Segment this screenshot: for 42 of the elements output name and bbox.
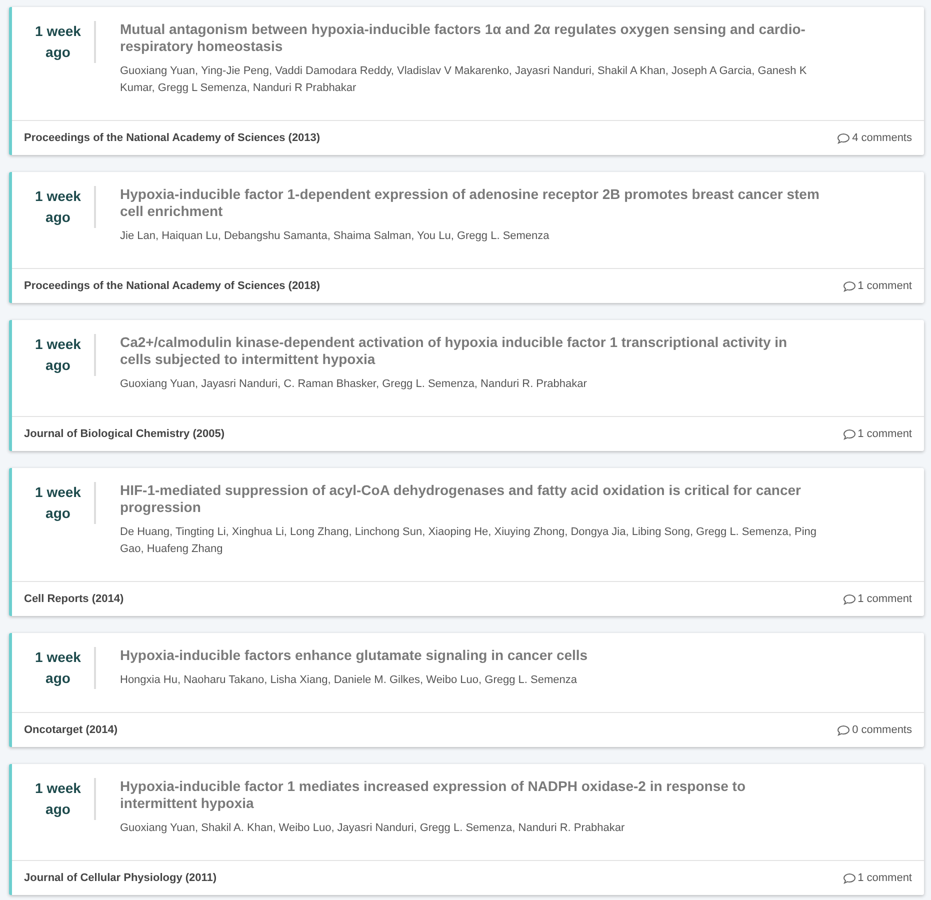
author-list: De Huang, Tingting Li, Xinghua Li, Long Zhang, Linchong Sun, Xiaoping He, Xiuying Zhong, Dongya Jia, Libing Song, Gregg L. Semenza, Ping Gao, Huafeng Zhang: [120, 524, 820, 558]
posted-time: ago: [46, 800, 70, 819]
comments-link[interactable]: 4 comments: [837, 132, 912, 144]
journal-name: Journal of Biological Chemistry (2005): [24, 428, 224, 440]
author-list: Jie Lan, Haiquan Lu, Debangshu Samanta, Shaima Salman, You Lu, Gregg L. Semenza: [120, 228, 820, 245]
paper-title[interactable]: Hypoxia-inducible factors enhance glutamate signaling in cancer cells: [120, 647, 588, 664]
speech-bubble-icon: [842, 594, 856, 604]
paper-title[interactable]: Ca2+/calmodulin kinase-dependent activation of hypoxia inducible factor 1 transcriptional activity in cells subjected to intermittent hypoxia: [120, 334, 820, 368]
journal-name: Proceedings of the National Academy of Sciences (2013): [24, 132, 320, 144]
journal-name: Oncotarget (2014): [24, 724, 118, 736]
posted-time: ago: [46, 504, 70, 523]
comments-link[interactable]: 1 comment: [842, 428, 912, 440]
posted-time: 1 week: [35, 779, 81, 798]
paper-title[interactable]: Hypoxia-inducible factor 1 mediates increased expression of NADPH oxidase-2 in response to intermittent hypoxia: [120, 778, 820, 812]
journal-name: Proceedings of the National Academy of Sciences (2018): [24, 280, 320, 292]
author-list: Hongxia Hu, Naoharu Takano, Lisha Xiang, Daniele M. Gilkes, Weibo Luo, Gregg L. Semenza: [120, 672, 588, 689]
speech-bubble-icon: [842, 872, 856, 884]
posted-time: ago: [46, 43, 70, 62]
posted-time: 1 week: [35, 648, 81, 667]
posted-time: 1 week: [35, 483, 81, 502]
author-list: Guoxiang Yuan, Shakil A. Khan, Weibo Luo, Jayasri Nanduri, Gregg L. Semenza, Nanduri R. Prabhakar: [120, 820, 820, 837]
paper-title[interactable]: Mutual antagonism between hypoxia-inducible factors 1α and 2α regulates oxygen sensing and cardio-respiratory homeostasis: [120, 21, 820, 55]
speech-bubble-icon: [842, 428, 856, 440]
paper-title[interactable]: Hypoxia-inducible factor 1-dependent expression of adenosine receptor 2B promotes breast cancer stem cell enrichment: [120, 186, 820, 220]
speech-bubble-icon: [837, 724, 850, 736]
author-list: Guoxiang Yuan, Ying-Jie Peng, Vaddi Damodara Reddy, Vladislav V Makarenko, Jayasri Nanduri, Shakil A Khan, Joseph A Garcia, Ganesh K Kumar, Gregg L Semenza, Nanduri R Prabhakar: [120, 63, 820, 97]
posted-time: 1 week: [35, 187, 81, 206]
speech-bubble-icon: [842, 280, 856, 292]
posted-time: 1 week: [35, 22, 81, 41]
posted-time: ago: [46, 669, 70, 688]
posted-time: 1 week: [35, 335, 81, 354]
speech-bubble-icon: [837, 132, 850, 144]
posted-time: ago: [46, 356, 70, 375]
paper-title[interactable]: HIF-1-mediated suppression of acyl-CoA dehydrogenases and fatty acid oxidation is critical for cancer progression: [120, 482, 820, 516]
comments-link[interactable]: 1 comment: [842, 872, 912, 884]
journal-name: Cell Reports (2014): [24, 593, 124, 605]
comments-link[interactable]: 1 comment: [842, 593, 912, 605]
author-list: Guoxiang Yuan, Jayasri Nanduri, C. Raman Bhasker, Gregg L. Semenza, Nanduri R. Prabhakar: [120, 376, 820, 393]
comments-link[interactable]: 0 comments: [837, 724, 912, 736]
journal-name: Journal of Cellular Physiology (2011): [24, 872, 217, 884]
comments-link[interactable]: 1 comment: [842, 280, 912, 292]
posted-time: ago: [46, 208, 70, 227]
